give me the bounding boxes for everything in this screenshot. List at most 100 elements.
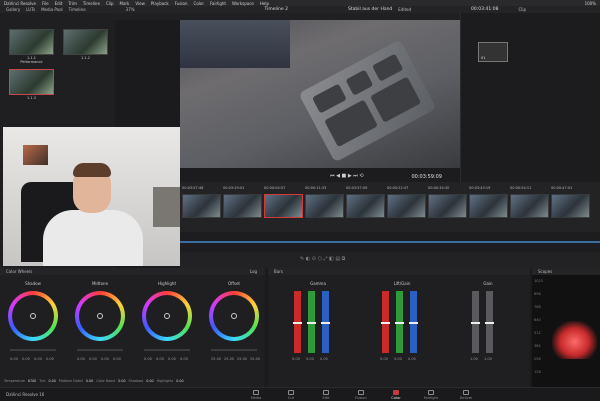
master-slider[interactable]: [144, 349, 190, 351]
liftgain-red-bar[interactable]: [381, 291, 390, 353]
shadow-r[interactable]: 0.00: [22, 357, 30, 361]
highlight-g[interactable]: 0.00: [168, 357, 176, 361]
bars-title[interactable]: Bars: [274, 269, 283, 274]
clip-timecode: 00:00:11:33: [305, 186, 327, 190]
page-edit[interactable]: Edit: [312, 390, 340, 400]
gamma-r-value[interactable]: 0.00: [292, 357, 300, 361]
page-cut[interactable]: Cut: [277, 390, 305, 400]
node-01[interactable]: 01: [478, 42, 508, 62]
gamma-g-value[interactable]: 0.00: [306, 357, 314, 361]
gain-2-value[interactable]: 1.00: [484, 357, 492, 361]
menu-color[interactable]: Color: [194, 1, 204, 6]
menu-help[interactable]: Help: [260, 1, 269, 6]
page-fusion[interactable]: Fusion: [347, 390, 375, 400]
gamma-red-bar[interactable]: [293, 291, 302, 353]
gamma-green-bar[interactable]: [307, 291, 316, 353]
clip-thumbnail[interactable]: [428, 194, 467, 218]
node-editor[interactable]: [460, 13, 600, 193]
menu-mark[interactable]: Mark: [120, 1, 130, 6]
gamma-blue-bar[interactable]: [321, 291, 330, 353]
tab-gallery[interactable]: Gallery: [6, 7, 20, 12]
highlight-b[interactable]: 0.00: [180, 357, 188, 361]
tab-timeline[interactable]: Timeline: [69, 7, 86, 12]
menu-clip[interactable]: Clip: [106, 1, 114, 6]
master-slider[interactable]: [211, 349, 257, 351]
midtone-r[interactable]: 0.00: [89, 357, 97, 361]
tab-media-pool[interactable]: Media Pool: [41, 7, 63, 12]
play-controls-icon[interactable]: ⏮ ◀ ■ ▶ ⏭ ⟲: [330, 173, 364, 179]
app-menu[interactable]: DaVinci Resolve: [4, 1, 36, 6]
clip-thumbnail[interactable]: [510, 194, 549, 218]
gamma-b-value[interactable]: 0.00: [320, 357, 328, 361]
wheel-handle[interactable]: [30, 313, 36, 319]
offset-y[interactable]: 25.00: [211, 357, 221, 361]
offset-r[interactable]: 25.00: [224, 357, 234, 361]
highlight-r[interactable]: 0.00: [156, 357, 164, 361]
highlight-y[interactable]: 0.00: [144, 357, 152, 361]
shadow-g[interactable]: 0.00: [34, 357, 42, 361]
page-deliver[interactable]: Deliver: [452, 390, 480, 400]
mini-timeline[interactable]: [180, 232, 600, 252]
tool-icons[interactable]: ✎ ◐ ⊙ ⬡ ⤢ ◧ ▤ ⧉: [300, 256, 345, 262]
liftgain-r-value[interactable]: 0.00: [380, 357, 388, 361]
master-slider[interactable]: [10, 349, 56, 351]
clip-thumbnail[interactable]: [551, 194, 590, 218]
gain-bar-2[interactable]: [485, 291, 494, 353]
menu-fusion[interactable]: Fusion: [175, 1, 188, 6]
menu-fairlight[interactable]: Fairlight: [210, 1, 226, 6]
clip-thumbnail[interactable]: [264, 194, 303, 218]
gain-bar-1[interactable]: [471, 291, 480, 353]
page-media[interactable]: Media: [242, 390, 270, 400]
liftgain-blue-bar[interactable]: [409, 291, 418, 353]
liftgain-green-bar[interactable]: [395, 291, 404, 353]
menu-file[interactable]: File: [42, 1, 49, 6]
gallery-still[interactable]: [9, 69, 54, 95]
tab-luts[interactable]: LUTs: [26, 7, 35, 12]
clip-thumbnail[interactable]: [387, 194, 426, 218]
shadow-y[interactable]: 0.00: [10, 357, 18, 361]
midtone-y[interactable]: 0.00: [77, 357, 85, 361]
color-boost-value[interactable]: 0.00: [118, 379, 125, 383]
midtone-g[interactable]: 0.00: [101, 357, 109, 361]
zoom-level[interactable]: 37%: [126, 7, 135, 12]
timeline-selector[interactable]: Timeline 2: [265, 7, 288, 12]
clip-mode[interactable]: Clip: [519, 7, 527, 12]
shadows-value[interactable]: 0.00: [146, 379, 153, 383]
shadow-b[interactable]: 0.00: [46, 357, 54, 361]
menu-view[interactable]: View: [135, 1, 145, 6]
midtone-b[interactable]: 0.00: [113, 357, 121, 361]
menu-trim[interactable]: Trim: [68, 1, 77, 6]
wheel-handle[interactable]: [231, 313, 237, 319]
page-color[interactable]: Color: [382, 390, 410, 400]
wheels-mode[interactable]: Log: [250, 269, 257, 274]
offset-g[interactable]: 25.00: [237, 357, 247, 361]
menu-timeline[interactable]: Timeline: [83, 1, 100, 6]
clip-thumbnail[interactable]: [182, 194, 221, 218]
menu-edit[interactable]: Edit: [55, 1, 63, 6]
highlights-value[interactable]: 0.00: [176, 379, 183, 383]
wheel-handle[interactable]: [164, 313, 170, 319]
menu-playback[interactable]: Playback: [151, 1, 169, 6]
clip-timecode: 00:00:04:57: [264, 186, 286, 190]
clip-thumbnail[interactable]: [223, 194, 262, 218]
temperature-value[interactable]: 6700: [28, 379, 36, 383]
clip-thumbnail[interactable]: [305, 194, 344, 218]
master-slider[interactable]: [77, 349, 123, 351]
menu-workspace[interactable]: Workspace: [232, 1, 254, 6]
gallery-still[interactable]: [9, 29, 54, 55]
tint-value[interactable]: 0.00: [49, 379, 56, 383]
video-viewer[interactable]: [180, 20, 460, 168]
wheel-handle[interactable]: [97, 313, 103, 319]
video-frame-case: [298, 39, 437, 163]
liftgain-g-value[interactable]: 0.00: [394, 357, 402, 361]
gallery-still[interactable]: [63, 29, 108, 55]
page-fairlight[interactable]: Fairlight: [417, 390, 445, 400]
liftgain-b-value[interactable]: 0.00: [408, 357, 416, 361]
gain-1-value[interactable]: 1.00: [470, 357, 478, 361]
scopes-title[interactable]: Scopes: [538, 269, 552, 274]
clip-thumbnail[interactable]: [346, 194, 385, 218]
clip-thumbnail[interactable]: [469, 194, 508, 218]
offset-b[interactable]: 25.00: [250, 357, 260, 361]
color-wheels-title[interactable]: Color Wheels: [6, 269, 32, 274]
midtone-detail-value[interactable]: 0.00: [86, 379, 93, 383]
